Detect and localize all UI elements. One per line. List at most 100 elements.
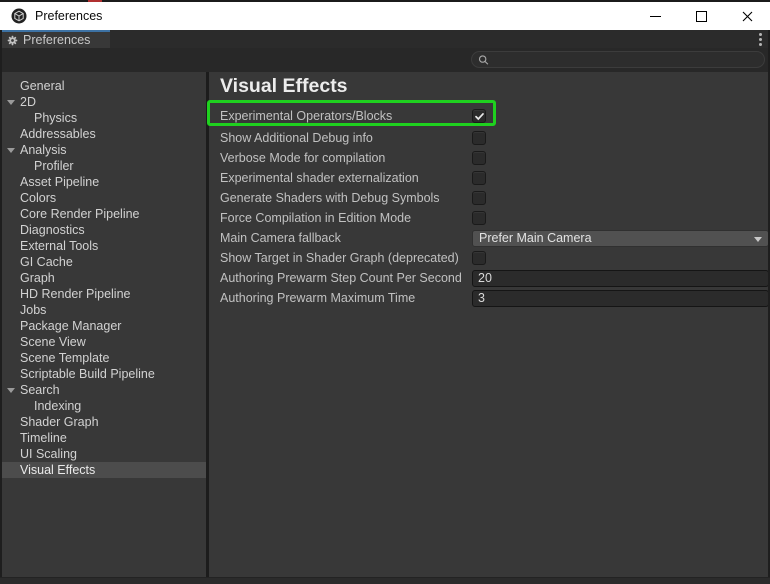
sidebar-item-label: 2D: [0, 95, 36, 109]
setting-row-verbose-mode-for-compilation: Verbose Mode for compilation: [220, 148, 770, 168]
sidebar-item-label: Physics: [0, 111, 77, 125]
sidebar-item-ui-scaling[interactable]: UI Scaling: [0, 446, 206, 462]
sidebar-item-label: Asset Pipeline: [0, 175, 99, 189]
toolbar: [0, 48, 770, 72]
sidebar-item-hd-render-pipeline[interactable]: HD Render Pipeline: [0, 286, 206, 302]
sidebar-item-colors[interactable]: Colors: [0, 190, 206, 206]
sidebar-item-label: Core Render Pipeline: [0, 207, 140, 221]
sidebar-item-label: Diagnostics: [0, 223, 85, 237]
window-title: Preferences: [35, 9, 102, 23]
sidebar-item-label: General: [0, 79, 64, 93]
setting-row-show-additional-debug-info: Show Additional Debug info: [220, 128, 770, 148]
sidebar-item-jobs[interactable]: Jobs: [0, 302, 206, 318]
sidebar-item-label: HD Render Pipeline: [0, 287, 130, 301]
setting-row-experimental-shader-externalization: Experimental shader externalization: [220, 168, 770, 188]
setting-control: Prefer Main Camera: [472, 230, 769, 247]
setting-label: Experimental Operators/Blocks: [220, 109, 472, 123]
checkbox-show-target-in-shader-graph-deprecated[interactable]: [472, 251, 486, 265]
sidebar-item-package-manager[interactable]: Package Manager: [0, 318, 206, 334]
search-icon: [478, 54, 489, 66]
setting-label: Force Compilation in Edition Mode: [220, 211, 472, 225]
checkmark-icon: [474, 111, 485, 122]
content-area: General 2D PhysicsAddressablesAnalysisProf…: [0, 72, 770, 578]
checkbox-show-additional-debug-info[interactable]: [472, 131, 486, 145]
sidebar-item-2d[interactable]: 2D: [0, 94, 206, 110]
sidebar-item-external-tools[interactable]: External Tools: [0, 238, 206, 254]
sidebar-item-scene-template[interactable]: Scene Template: [0, 350, 206, 366]
foldout-triangle-icon[interactable]: [7, 148, 15, 153]
setting-row-generate-shaders-with-debug-symbols: Generate Shaders with Debug Symbols: [220, 188, 770, 208]
close-button[interactable]: [724, 2, 770, 30]
chevron-down-icon: [754, 237, 762, 242]
setting-label: Show Target in Shader Graph (deprecated): [220, 251, 472, 265]
checkbox-experimental-shader-externalization[interactable]: [472, 171, 486, 185]
sidebar-item-physics[interactable]: Physics: [0, 110, 206, 126]
sidebar-item-label: Graph: [0, 271, 55, 285]
window-border-top: [0, 0, 770, 2]
maximize-button[interactable]: [678, 2, 724, 30]
search-input[interactable]: [493, 52, 764, 68]
sidebar-item-label: Indexing: [0, 399, 81, 413]
dropdown-main-camera-fallback[interactable]: Prefer Main Camera: [472, 230, 769, 247]
sidebar-item-label: Scene View: [0, 335, 86, 349]
search-field[interactable]: [471, 51, 765, 68]
sidebar-item-indexing[interactable]: Indexing: [0, 398, 206, 414]
sidebar-item-scriptable-build-pipeline[interactable]: Scriptable Build Pipeline: [0, 366, 206, 382]
sidebar-item-addressables[interactable]: Addressables: [0, 126, 206, 142]
checkbox-experimental-operators-blocks[interactable]: [472, 109, 486, 123]
sidebar-item-scene-view[interactable]: Scene View: [0, 334, 206, 350]
setting-control: [472, 270, 769, 287]
window-border-left: [0, 30, 2, 584]
setting-control: [472, 191, 769, 205]
foldout-triangle-icon[interactable]: [7, 388, 15, 393]
setting-row-main-camera-fallback: Main Camera fallbackPrefer Main Camera: [220, 228, 770, 248]
setting-label: Authoring Prewarm Step Count Per Second: [220, 271, 472, 285]
sidebar-item-shader-graph[interactable]: Shader Graph: [0, 414, 206, 430]
sidebar-item-label: Profiler: [0, 159, 74, 173]
tab-bar: Preferences: [0, 30, 770, 48]
sidebar-item-timeline[interactable]: Timeline: [0, 430, 206, 446]
window-controls: [632, 2, 770, 30]
sidebar-item-visual-effects[interactable]: Visual Effects: [0, 462, 206, 478]
titlebar: Preferences: [0, 2, 770, 30]
checkbox-force-compilation-in-edition-mode[interactable]: [472, 211, 486, 225]
sidebar-item-general[interactable]: General: [0, 78, 206, 94]
sidebar-item-label: Visual Effects: [0, 463, 95, 477]
sidebar-item-label: Package Manager: [0, 319, 121, 333]
maximize-icon: [696, 11, 707, 22]
setting-label: Generate Shaders with Debug Symbols: [220, 191, 472, 205]
checkbox-generate-shaders-with-debug-symbols[interactable]: [472, 191, 486, 205]
setting-label: Show Additional Debug info: [220, 131, 472, 145]
setting-label: Verbose Mode for compilation: [220, 151, 472, 165]
setting-control: [472, 290, 769, 307]
unity-logo-icon: [11, 8, 27, 24]
sidebar-item-search[interactable]: Search: [0, 382, 206, 398]
close-icon: [742, 11, 753, 22]
sidebar-item-diagnostics[interactable]: Diagnostics: [0, 222, 206, 238]
sidebar-item-core-render-pipeline[interactable]: Core Render Pipeline: [0, 206, 206, 222]
sidebar-item-label: GI Cache: [0, 255, 73, 269]
setting-label: Authoring Prewarm Maximum Time: [220, 291, 472, 305]
setting-label: Experimental shader externalization: [220, 171, 472, 185]
sidebar-item-gi-cache[interactable]: GI Cache: [0, 254, 206, 270]
sidebar-item-label: Timeline: [0, 431, 67, 445]
settings-list: Experimental Operators/Blocks Show Additi…: [220, 104, 770, 308]
sidebar-item-graph[interactable]: Graph: [0, 270, 206, 286]
sidebar-item-label: Shader Graph: [0, 415, 99, 429]
minimize-icon: [650, 16, 661, 17]
text-field-authoring-prewarm-step-count-per-second[interactable]: [472, 270, 769, 287]
sidebar-item-asset-pipeline[interactable]: Asset Pipeline: [0, 174, 206, 190]
minimize-button[interactable]: [632, 2, 678, 30]
dropdown-value: Prefer Main Camera: [479, 231, 592, 245]
tab-preferences[interactable]: Preferences: [0, 30, 110, 48]
setting-row-authoring-prewarm-step-count-per-second: Authoring Prewarm Step Count Per Second: [220, 268, 770, 288]
window-border-bottom: [0, 577, 770, 584]
foldout-triangle-icon[interactable]: [7, 100, 15, 105]
text-field-authoring-prewarm-maximum-time[interactable]: [472, 290, 769, 307]
checkbox-verbose-mode-for-compilation[interactable]: [472, 151, 486, 165]
sidebar-item-profiler[interactable]: Profiler: [0, 158, 206, 174]
page-title: Visual Effects: [220, 75, 770, 97]
setting-control: [472, 151, 769, 165]
setting-control: [472, 131, 769, 145]
sidebar-item-analysis[interactable]: Analysis: [0, 142, 206, 158]
